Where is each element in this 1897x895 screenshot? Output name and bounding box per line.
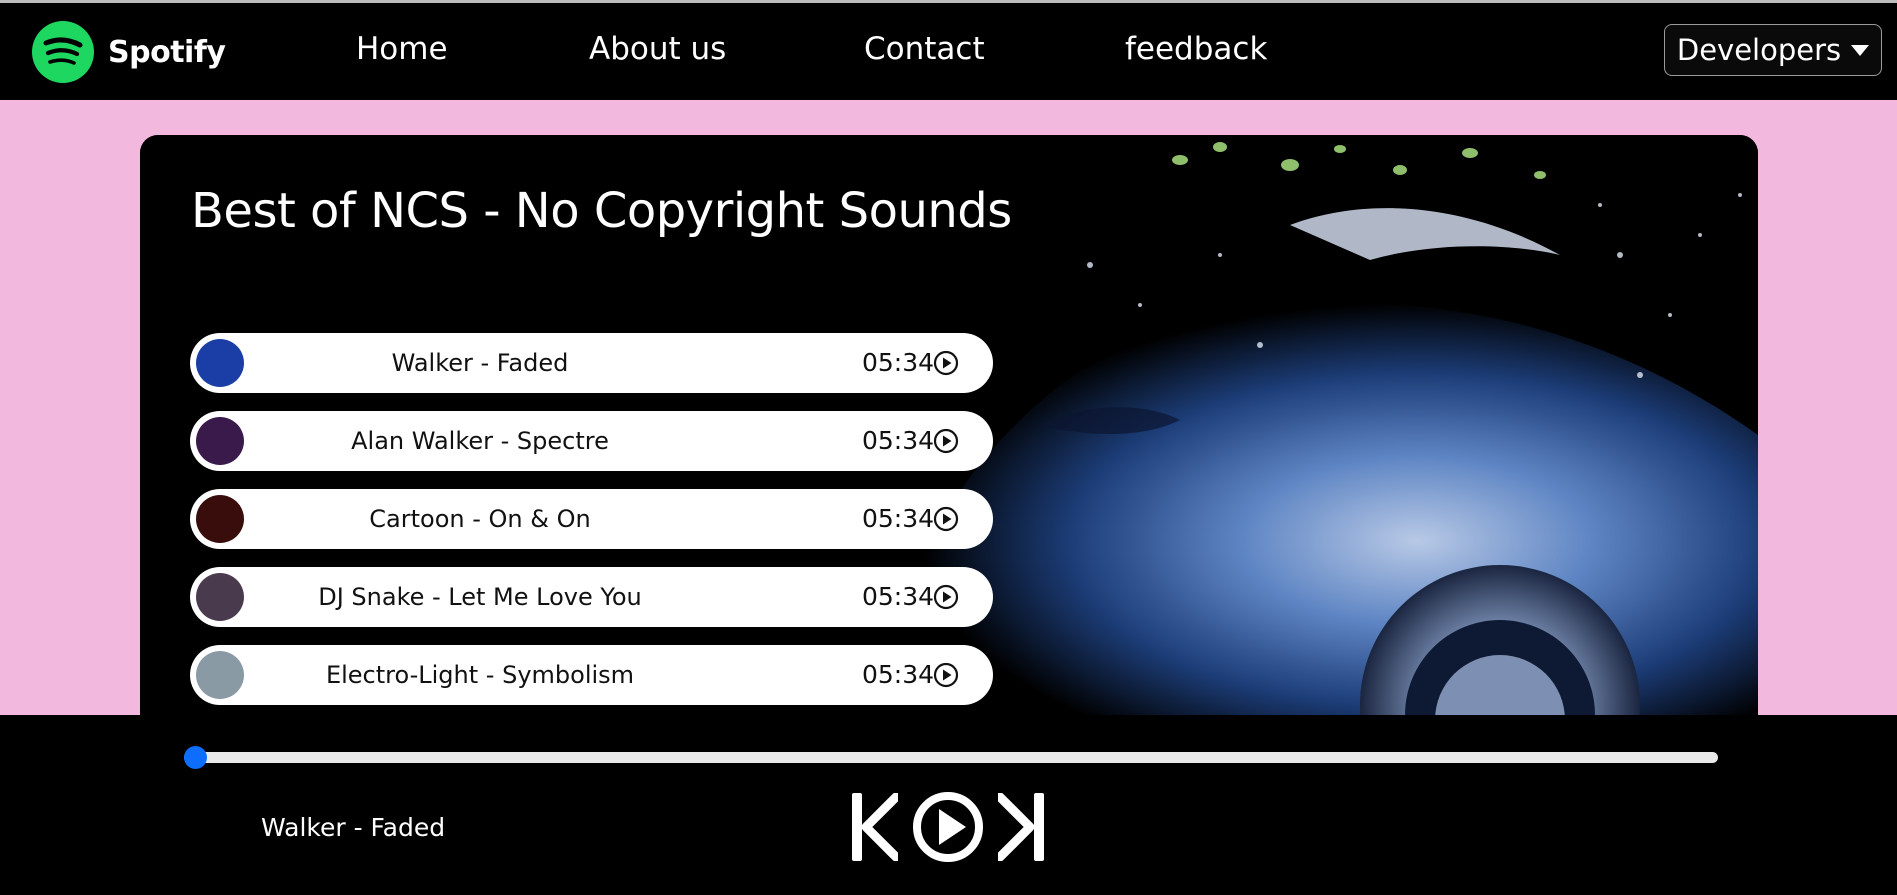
song-item[interactable]: Electro-Light - Symbolism 05:34 [190, 645, 993, 705]
next-icon[interactable] [998, 793, 1044, 861]
song-cover-image [196, 495, 244, 543]
nav-link-home[interactable]: Home [356, 31, 448, 67]
song-name: Walker - Faded [391, 349, 569, 377]
brand-name: Spotify [108, 34, 226, 70]
progress-thumb[interactable] [184, 746, 207, 769]
nav-link-feedback[interactable]: feedback [1125, 31, 1267, 67]
brand[interactable]: Spotify [32, 21, 226, 83]
song-duration: 05:34 [862, 348, 935, 377]
playlist-card: Best of NCS - No Copyright Sounds Walker… [140, 135, 1758, 735]
song-duration: 05:34 [862, 426, 935, 455]
song-name: DJ Snake - Let Me Love You [318, 583, 642, 611]
song-item[interactable]: Walker - Faded 05:34 [190, 333, 993, 393]
song-cover-image [196, 651, 244, 699]
playlist-title: Best of NCS - No Copyright Sounds [191, 183, 1012, 239]
song-name: Cartoon - On & On [369, 505, 591, 533]
song-name: Electro-Light - Symbolism [325, 661, 635, 689]
play-circle-icon[interactable] [933, 584, 959, 610]
song-cover-image [196, 573, 244, 621]
song-cover-image [196, 417, 244, 465]
spotify-logo-icon [32, 21, 94, 83]
song-name: Alan Walker - Spectre [351, 427, 609, 455]
song-duration: 05:34 [862, 660, 935, 689]
song-duration: 05:34 [862, 504, 935, 533]
developers-dropdown-button[interactable]: Developers [1664, 24, 1882, 76]
progress-bar[interactable] [184, 746, 1718, 769]
nav-link-about[interactable]: About us [589, 31, 726, 67]
play-circle-icon[interactable] [933, 428, 959, 454]
navbar: Spotify Home About us Contact feedback D… [0, 3, 1897, 100]
developers-label: Developers [1676, 33, 1842, 67]
previous-icon[interactable] [852, 793, 898, 861]
player-bar: Walker - Faded [0, 715, 1897, 895]
nav-link-contact[interactable]: Contact [864, 31, 985, 67]
play-circle-icon[interactable] [933, 350, 959, 376]
now-playing-title: Walker - Faded [261, 813, 446, 842]
song-item[interactable]: Cartoon - On & On 05:34 [190, 489, 993, 549]
play-circle-icon[interactable] [933, 662, 959, 688]
song-cover-image [196, 339, 244, 387]
play-circle-icon[interactable] [933, 506, 959, 532]
song-duration: 05:34 [862, 582, 935, 611]
play-icon[interactable] [912, 791, 984, 863]
song-item[interactable]: DJ Snake - Let Me Love You 05:34 [190, 567, 993, 627]
caret-down-icon [1851, 44, 1870, 56]
song-item[interactable]: Alan Walker - Spectre 05:34 [190, 411, 993, 471]
